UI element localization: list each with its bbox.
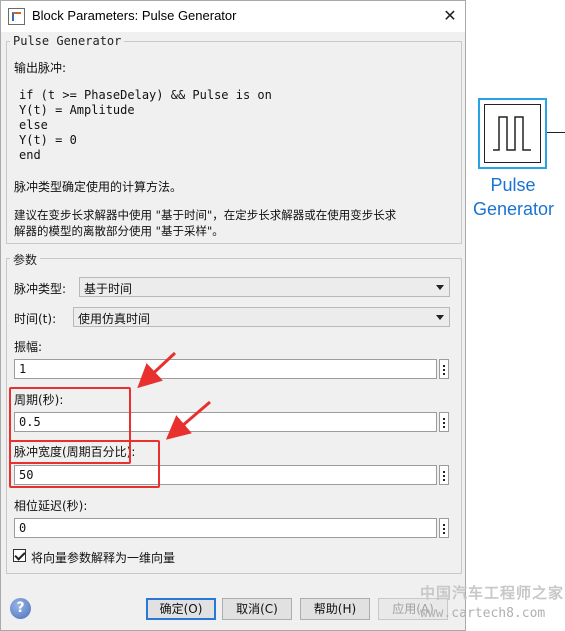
help-icon[interactable]: ?	[10, 598, 31, 619]
help-button[interactable]: 帮助(H)	[300, 598, 370, 620]
pulse-wave-icon	[493, 116, 531, 151]
watermark-url: www.cartech8.com	[420, 606, 546, 621]
block-name-line2: Generator	[472, 199, 555, 219]
arrow-to-pulse-width	[165, 400, 211, 440]
annotation-arrows	[137, 351, 211, 440]
pulse-generator-block-body	[484, 104, 541, 163]
block-name-line1: Pulse	[490, 175, 536, 195]
output-port-line	[547, 132, 565, 133]
watermark-title: 中国汽车工程师之家	[420, 584, 565, 602]
cancel-button[interactable]: 取消(C)	[222, 598, 292, 620]
ok-button[interactable]: 确定(O)	[146, 598, 216, 620]
arrow-to-period	[137, 351, 177, 389]
